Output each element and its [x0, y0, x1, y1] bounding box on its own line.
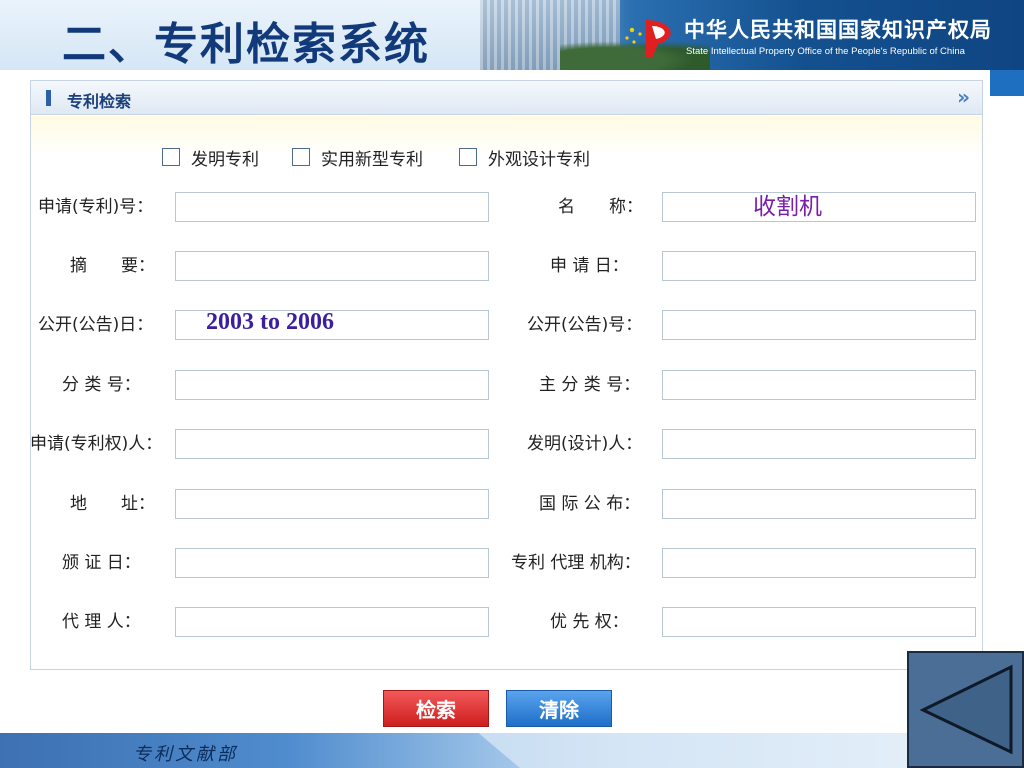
name-label: 名 称： [558, 197, 643, 217]
sipo-logo-icon [625, 20, 671, 58]
address-label: 地 址： [70, 494, 155, 514]
priority-input[interactable] [662, 607, 976, 637]
app-no-label: 申请(专利)号： [38, 197, 154, 217]
app-date-label: 申 请 日： [550, 256, 629, 276]
org-name-cn: 中华人民共和国国家知识产权局 [684, 18, 992, 42]
abstract-label: 摘 要： [70, 256, 155, 276]
type-invention[interactable]: 发明专利 [162, 145, 259, 170]
intl-pub-label: 国 际 公 布： [539, 494, 641, 514]
class-no-input[interactable] [175, 370, 489, 400]
pub-no-label: 公开(公告)号： [527, 315, 643, 335]
page-title: 二、专利检索系统 [62, 19, 430, 70]
name-annotation: 收割机 [753, 194, 822, 220]
app-date-input[interactable] [662, 251, 976, 281]
pub-no-input[interactable] [662, 310, 976, 340]
main-class-no-label: 主 分 类 号： [539, 375, 641, 395]
app-no-input[interactable] [175, 192, 489, 222]
agency-label: 专利 代理 机构： [511, 553, 641, 573]
type-utility-model[interactable]: 实用新型专利 [292, 145, 423, 170]
footer-band [0, 733, 520, 768]
org-name-en: State Intellectual Property Office of th… [686, 46, 965, 57]
applicant-input[interactable] [175, 429, 489, 459]
utility-model-label: 实用新型专利 [321, 149, 423, 170]
pub-date-annotation: 2003 to 2006 [206, 309, 334, 335]
address-input[interactable] [175, 489, 489, 519]
inventor-input[interactable] [662, 429, 976, 459]
inventor-label: 发明(设计)人： [527, 434, 643, 454]
agent-input[interactable] [175, 607, 489, 637]
intl-pub-input[interactable] [662, 489, 976, 519]
footer-text: 专利文献部 [133, 744, 238, 765]
previous-slide-button[interactable] [907, 651, 1024, 768]
utility-model-checkbox[interactable] [292, 148, 310, 166]
double-chevron-right-icon[interactable]: » [957, 85, 970, 109]
abstract-input[interactable] [175, 251, 489, 281]
main-class-no-input[interactable] [662, 370, 976, 400]
side-accent-strip [990, 70, 1024, 96]
class-no-label: 分 类 号： [62, 375, 141, 395]
search-button[interactable]: 检索 [383, 690, 489, 727]
grant-date-input[interactable] [175, 548, 489, 578]
triangle-left-icon [919, 664, 1013, 755]
invention-label: 发明专利 [191, 149, 259, 170]
priority-label: 优 先 权： [550, 612, 629, 632]
panel-header-bar [46, 90, 51, 106]
agency-input[interactable] [662, 548, 976, 578]
panel-header: 专利检索 » [31, 81, 982, 115]
pub-date-label: 公开(公告)日： [38, 315, 154, 335]
design-checkbox[interactable] [459, 148, 477, 166]
clear-button[interactable]: 清除 [506, 690, 612, 727]
design-label: 外观设计专利 [488, 149, 590, 170]
grant-date-label: 颁 证 日： [62, 553, 141, 573]
top-banner: 二、专利检索系统 中华人民共和国国家知识产权局 State Intellectu… [0, 0, 1024, 70]
invention-checkbox[interactable] [162, 148, 180, 166]
panel-title: 专利检索 [67, 92, 132, 111]
agent-label: 代 理 人： [62, 612, 141, 632]
type-design[interactable]: 外观设计专利 [459, 145, 590, 170]
applicant-label: 申请(专利权)人： [30, 434, 163, 454]
